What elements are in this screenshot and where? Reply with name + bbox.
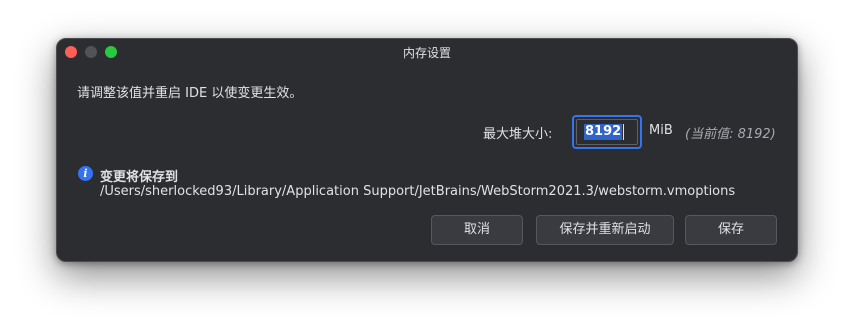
cancel-button[interactable]: 取消 [431,215,523,245]
save-location-title: 变更将保存到 [100,170,179,185]
text-caret [623,124,624,140]
max-heap-label: 最大堆大小: [483,127,553,142]
save-and-restart-button[interactable]: 保存并重新启动 [536,215,674,245]
heap-unit: MiB [649,123,673,138]
max-heap-input[interactable]: 8192 [572,115,642,149]
max-heap-value: 8192 [584,124,623,140]
vmoptions-file-path: /Users/sherlocked93/Library/Application … [100,184,736,199]
save-button[interactable]: 保存 [685,215,777,245]
title-bar: 内存设置 [57,39,797,65]
current-heap-value: (当前值: 8192) [685,127,776,142]
info-icon: i [78,166,93,181]
dialog-title: 内存设置 [402,46,451,60]
restart-message: 请调整该值并重启 IDE 以使变更生效。 [77,86,303,101]
memory-settings-dialog: 内存设置 请调整该值并重启 IDE 以使变更生效。 最大堆大小: 8192 Mi… [56,38,798,262]
